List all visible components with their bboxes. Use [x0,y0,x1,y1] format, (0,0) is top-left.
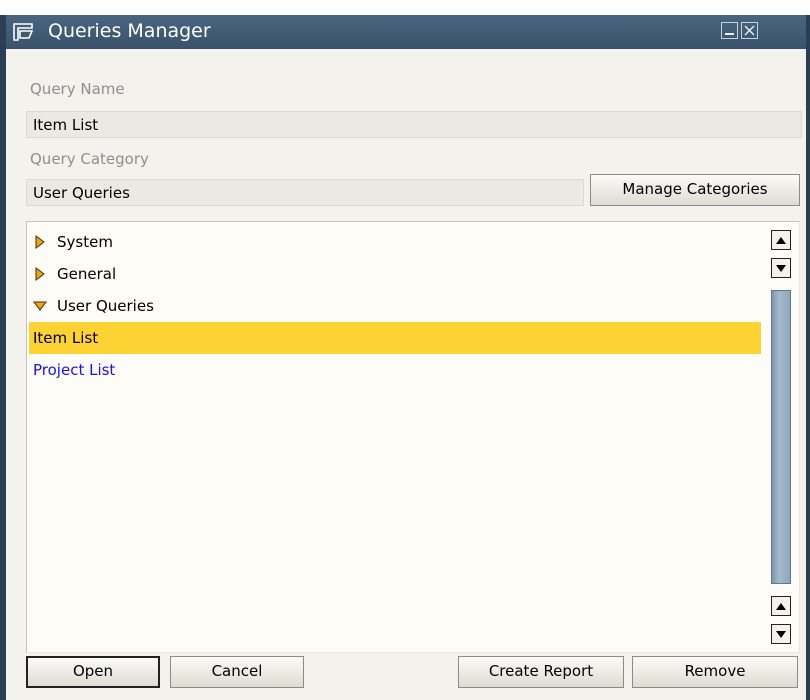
tree-item-general[interactable]: General [33,258,761,290]
query-tree[interactable]: System General User Queries Item List Pr… [26,221,800,653]
window-title: Queries Manager [48,20,211,42]
triangle-right-icon [33,267,47,281]
query-name-field[interactable]: Item List [26,111,802,138]
title-bar[interactable]: Queries Manager [6,15,806,49]
tree-item-label: Item List [33,329,99,347]
query-name-label: Query Name [30,80,125,98]
triangle-right-icon [33,235,47,249]
queries-manager-window: Queries Manager Query Name Item List Que… [0,15,810,700]
cancel-button[interactable]: Cancel [170,656,304,688]
scroll-down-button[interactable] [771,624,791,644]
tree-item-label: Project List [33,361,116,379]
remove-button[interactable]: Remove [632,656,798,688]
triangle-down-icon [33,299,47,313]
tree-item-label: User Queries [57,297,154,315]
tree-item-user-queries[interactable]: User Queries [33,290,761,322]
queries-window-icon [12,21,34,43]
vertical-scrollbar[interactable] [769,226,795,648]
create-report-button[interactable]: Create Report [458,656,624,688]
tree-item-system[interactable]: System [33,226,761,258]
tree-item-label: System [57,233,113,251]
tree-item-label: General [57,265,117,283]
minimize-button[interactable] [721,22,738,39]
tree-item-project-list[interactable]: Project List [33,354,761,386]
scrollbar-thumb[interactable] [771,290,791,584]
query-category-field[interactable]: User Queries [26,179,584,206]
open-button[interactable]: Open [26,656,160,688]
query-category-label: Query Category [30,150,149,168]
scroll-down-button[interactable] [771,258,791,278]
manage-categories-button[interactable]: Manage Categories [590,174,800,206]
scroll-up-button[interactable] [771,230,791,250]
tree-item-item-list[interactable]: Item List [29,322,761,354]
close-button[interactable] [741,22,758,39]
scroll-up-button[interactable] [771,596,791,616]
